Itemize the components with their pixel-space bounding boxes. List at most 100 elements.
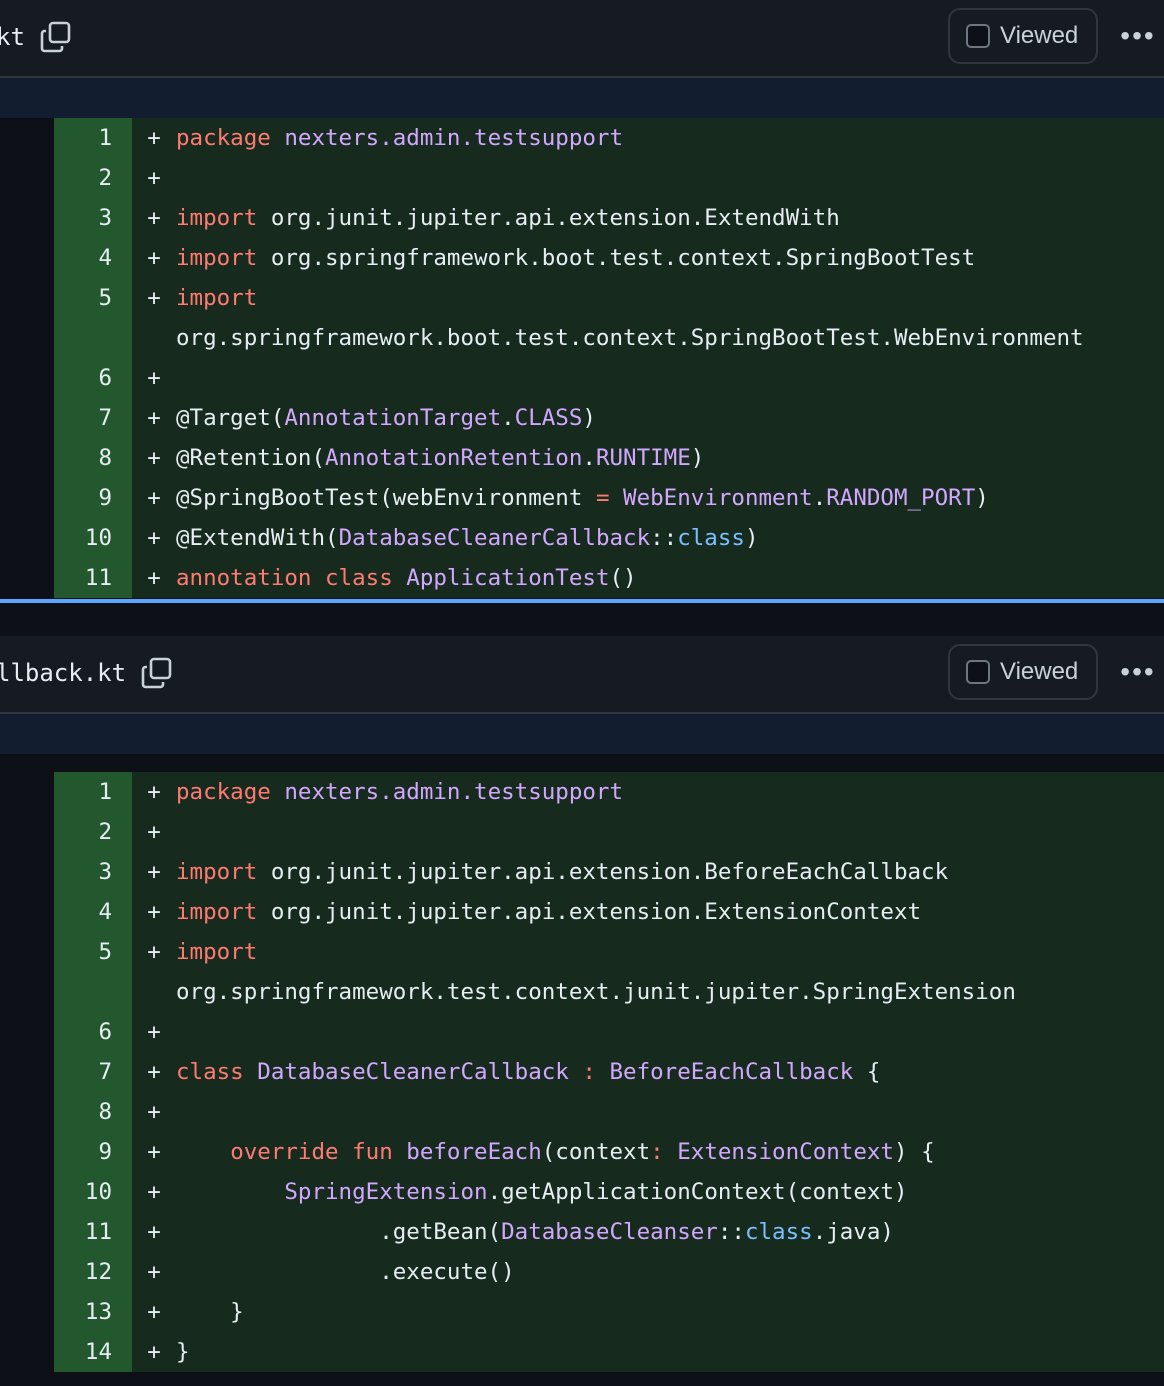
line-number[interactable]: 3: [54, 852, 132, 892]
viewed-checkbox[interactable]: [966, 660, 990, 684]
line-number[interactable]: 8: [54, 1092, 132, 1132]
code-line[interactable]: package nexters.admin.testsupport: [176, 118, 1164, 158]
old-line-gutter: [0, 772, 54, 812]
line-number[interactable]: 8: [54, 438, 132, 478]
file-name[interactable]: llback.kt: [0, 659, 126, 687]
code-token: ) {: [893, 1139, 935, 1165]
code-token: }: [176, 1299, 244, 1325]
line-number[interactable]: 3: [54, 198, 132, 238]
code-line[interactable]: @Retention(AnnotationRetention.RUNTIME): [176, 438, 1164, 478]
diff-line: org.springframework.test.context.junit.j…: [0, 972, 1164, 1012]
line-number[interactable]: 2: [54, 812, 132, 852]
file-name[interactable]: kt: [0, 23, 25, 51]
old-line-gutter: [0, 1132, 54, 1172]
code-token: .java): [812, 1219, 894, 1245]
line-number[interactable]: 7: [54, 1052, 132, 1092]
viewed-checkbox[interactable]: [966, 24, 990, 48]
code-line[interactable]: annotation class ApplicationTest(): [176, 558, 1164, 598]
copy-path-icon[interactable]: [140, 656, 174, 690]
code-line[interactable]: import org.springframework.boot.test.con…: [176, 238, 1164, 278]
line-number[interactable]: 5: [54, 932, 132, 972]
code-line[interactable]: }: [176, 1332, 1164, 1372]
code-line[interactable]: import org.junit.jupiter.api.extension.E…: [176, 198, 1164, 238]
line-number[interactable]: [54, 972, 132, 1012]
line-number[interactable]: 6: [54, 358, 132, 398]
code-line[interactable]: package nexters.admin.testsupport: [176, 772, 1164, 812]
code-line[interactable]: org.springframework.test.context.junit.j…: [176, 972, 1164, 1012]
code-line[interactable]: [176, 358, 1164, 398]
code-line[interactable]: @SpringBootTest(webEnvironment = WebEnvi…: [176, 478, 1164, 518]
code-token: org.springframework.test.context.junit.j…: [176, 979, 1016, 1005]
more-options-icon[interactable]: •••: [1120, 656, 1156, 688]
code-line[interactable]: .execute(): [176, 1252, 1164, 1292]
code-line[interactable]: .getBean(DatabaseCleanser::class.java): [176, 1212, 1164, 1252]
code-token: ): [690, 445, 705, 471]
diff-marker: +: [132, 1132, 176, 1172]
old-line-gutter: [0, 932, 54, 972]
code-line[interactable]: org.springframework.boot.test.context.Sp…: [176, 318, 1164, 358]
line-number[interactable]: 13: [54, 1292, 132, 1332]
line-number[interactable]: 9: [54, 478, 132, 518]
code-token: import: [176, 245, 258, 271]
code-line[interactable]: import: [176, 932, 1164, 972]
line-number[interactable]: 12: [54, 1252, 132, 1292]
line-number[interactable]: 10: [54, 1172, 132, 1212]
code-line[interactable]: [176, 812, 1164, 852]
line-number[interactable]: 5: [54, 278, 132, 318]
code-token: package: [176, 125, 271, 151]
diff-line: 5 + import: [0, 278, 1164, 318]
code-token: class: [677, 525, 745, 551]
old-line-gutter: [0, 118, 54, 158]
line-number[interactable]: 6: [54, 1012, 132, 1052]
diff-line: 4 + import org.junit.jupiter.api.extension…: [0, 892, 1164, 932]
code-line[interactable]: [176, 158, 1164, 198]
code-line[interactable]: [176, 1092, 1164, 1132]
copy-path-icon[interactable]: [39, 20, 73, 54]
old-line-gutter: [0, 972, 54, 1012]
line-number[interactable]: 4: [54, 238, 132, 278]
old-line-gutter: [0, 318, 54, 358]
code-line[interactable]: import org.junit.jupiter.api.extension.B…: [176, 852, 1164, 892]
code-line[interactable]: }: [176, 1292, 1164, 1332]
code-token: @ExtendWith(: [176, 525, 339, 551]
code-line[interactable]: SpringExtension.getApplicationContext(co…: [176, 1172, 1164, 1212]
line-number[interactable]: 1: [54, 118, 132, 158]
line-number[interactable]: 2: [54, 158, 132, 198]
diff-line: 10 + @ExtendWith(DatabaseCleanerCallback::…: [0, 518, 1164, 558]
line-number[interactable]: 11: [54, 558, 132, 598]
diff-marker: +: [132, 358, 176, 398]
focus-indicator: [0, 599, 1164, 603]
line-number[interactable]: [54, 318, 132, 358]
line-number[interactable]: 11: [54, 1212, 132, 1252]
diff-line: 6 +: [0, 358, 1164, 398]
more-options-icon[interactable]: •••: [1120, 20, 1156, 52]
code-line[interactable]: @ExtendWith(DatabaseCleanerCallback::cla…: [176, 518, 1164, 558]
diff-marker: +: [132, 772, 176, 812]
line-number[interactable]: 1: [54, 772, 132, 812]
line-number[interactable]: 10: [54, 518, 132, 558]
code-line[interactable]: import org.junit.jupiter.api.extension.E…: [176, 892, 1164, 932]
code-token: ::: [650, 525, 678, 551]
viewed-checkbox-button[interactable]: Viewed: [948, 644, 1098, 700]
code-line[interactable]: class DatabaseCleanerCallback : BeforeEa…: [176, 1052, 1164, 1092]
old-line-gutter: [0, 892, 54, 932]
diff-marker: +: [132, 558, 176, 598]
diff-marker: +: [132, 278, 176, 318]
diff-marker: +: [132, 1252, 176, 1292]
diff-marker: +: [132, 932, 176, 972]
line-number[interactable]: 9: [54, 1132, 132, 1172]
line-number[interactable]: 14: [54, 1332, 132, 1372]
line-number[interactable]: 4: [54, 892, 132, 932]
code-line[interactable]: import: [176, 278, 1164, 318]
code-line[interactable]: override fun beforeEach(context: Extensi…: [176, 1132, 1164, 1172]
code-token: .getBean(: [176, 1219, 502, 1245]
diff-marker: +: [132, 852, 176, 892]
code-line[interactable]: [176, 1012, 1164, 1052]
diff-marker: +: [132, 812, 176, 852]
line-number[interactable]: 7: [54, 398, 132, 438]
viewed-checkbox-button[interactable]: Viewed: [948, 8, 1098, 64]
code-line[interactable]: @Target(AnnotationTarget.CLASS): [176, 398, 1164, 438]
diff-line: 12 + .execute(): [0, 1252, 1164, 1292]
